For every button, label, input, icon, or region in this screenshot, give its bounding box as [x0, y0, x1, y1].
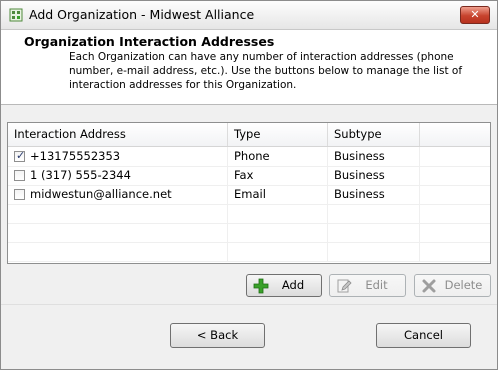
add-button[interactable]: Add	[246, 274, 322, 297]
back-button-label: < Back	[196, 328, 239, 342]
window-title: Add Organization - Midwest Alliance	[29, 7, 255, 22]
address-cell: midwestun@alliance.net	[30, 187, 172, 201]
edit-button-label: Edit	[365, 278, 388, 292]
extra-cell	[420, 147, 490, 166]
empty-row	[8, 204, 490, 224]
type-cell: Fax	[228, 166, 328, 185]
subtype-cell: Business	[328, 185, 420, 204]
table-row[interactable]: 1 (317) 555-2344 Fax Business	[8, 166, 490, 186]
row-checkbox[interactable]: ✓	[14, 149, 26, 162]
extra-cell	[420, 185, 490, 204]
dialog-window: Add Organization - Midwest Alliance ✕ Or…	[0, 0, 498, 370]
interaction-address-table: Interaction Address Type Subtype ✓ +1317…	[7, 122, 491, 264]
table-row[interactable]: ✓ +13175552353 Phone Business	[8, 147, 490, 167]
back-button[interactable]: < Back	[170, 323, 265, 348]
column-header-extra	[420, 123, 490, 146]
empty-row	[8, 242, 490, 262]
subtype-cell: Business	[328, 166, 420, 185]
close-icon: ✕	[470, 8, 480, 21]
organization-add-icon	[9, 8, 23, 22]
cancel-button[interactable]: Cancel	[376, 323, 471, 348]
table-row[interactable]: midwestun@alliance.net Email Business	[8, 185, 490, 205]
extra-cell	[420, 166, 490, 185]
column-header-subtype[interactable]: Subtype	[328, 123, 420, 146]
subtype-cell: Business	[328, 147, 420, 166]
delete-icon	[422, 279, 436, 293]
page-description: Each Organization can have any number of…	[69, 51, 463, 91]
empty-row	[8, 223, 490, 243]
delete-button[interactable]: Delete	[414, 274, 491, 297]
plus-icon	[253, 278, 269, 294]
type-cell: Email	[228, 185, 328, 204]
close-button[interactable]: ✕	[460, 6, 490, 24]
address-cell: 1 (317) 555-2344	[30, 168, 131, 182]
cancel-button-label: Cancel	[404, 328, 443, 342]
table-header: Interaction Address Type Subtype	[8, 123, 490, 147]
column-header-type[interactable]: Type	[228, 123, 328, 146]
address-cell: +13175552353	[30, 149, 121, 163]
title-bar: Add Organization - Midwest Alliance ✕	[1, 1, 497, 30]
wizard-header: Organization Interaction Addresses Each …	[1, 30, 497, 105]
column-header-address[interactable]: Interaction Address	[8, 123, 228, 146]
type-cell: Phone	[228, 147, 328, 166]
row-checkbox[interactable]	[14, 170, 25, 181]
row-checkbox[interactable]	[14, 189, 25, 200]
check-icon: ✓	[16, 149, 26, 162]
footer-divider	[1, 304, 497, 305]
edit-button[interactable]: Edit	[329, 274, 406, 297]
edit-icon	[337, 279, 352, 293]
add-button-label: Add	[281, 278, 305, 292]
page-title: Organization Interaction Addresses	[24, 34, 275, 49]
